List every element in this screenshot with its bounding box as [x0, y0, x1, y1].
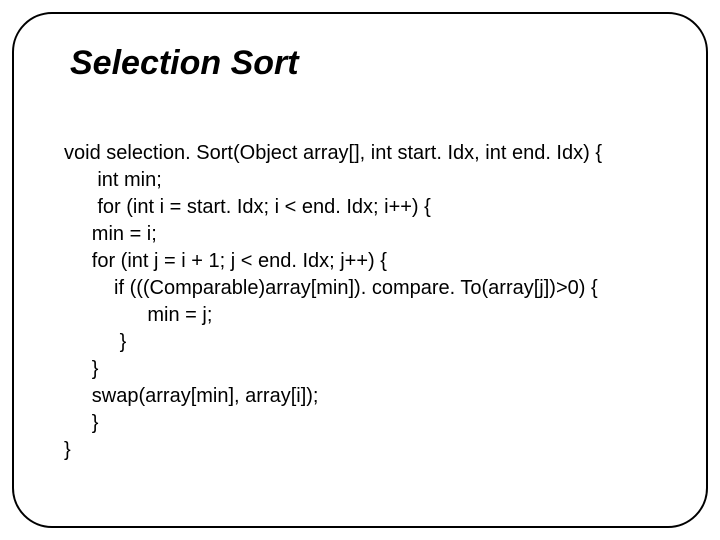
code-line: } — [64, 331, 126, 353]
code-line: if (((Comparable)array[min]). compare. T… — [64, 277, 598, 299]
code-block: void selection. Sort(Object array[], int… — [64, 113, 666, 491]
code-line: } — [64, 358, 98, 380]
slide-title: Selection Sort — [70, 44, 666, 83]
code-line: min = j; — [64, 304, 212, 326]
code-line: for (int i = start. Idx; i < end. Idx; i… — [64, 196, 431, 218]
slide-frame: Selection Sort void selection. Sort(Obje… — [12, 12, 708, 528]
code-line: } — [64, 412, 98, 434]
code-line: int min; — [64, 169, 162, 191]
code-line: void selection. Sort(Object array[], int… — [64, 142, 602, 164]
code-line: swap(array[min], array[i]); — [64, 385, 319, 407]
code-line: } — [64, 439, 71, 461]
code-line: for (int j = i + 1; j < end. Idx; j++) { — [64, 250, 387, 272]
code-line: min = i; — [64, 223, 157, 245]
